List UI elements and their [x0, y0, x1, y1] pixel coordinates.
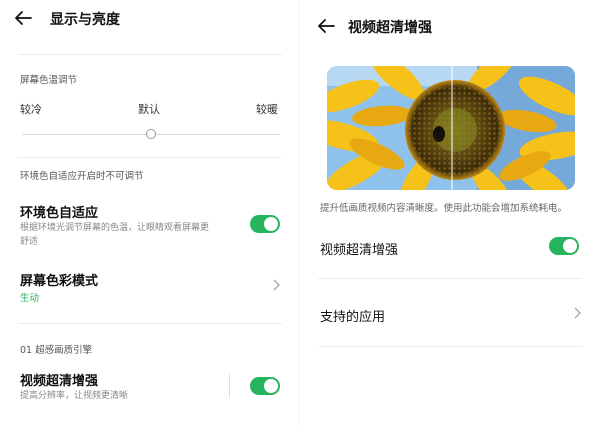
right-top-bar: 视频超清增强 [300, 0, 600, 36]
video-enhance-title: 视频超清增强 [20, 374, 99, 389]
chevron-right-icon[interactable] [572, 307, 582, 319]
sunflower-comparison-image [327, 66, 575, 190]
adaptive-color-desc-line2: 舒适 [20, 237, 39, 247]
divider [18, 157, 282, 158]
color-temp-warm-label: 较暖 [256, 103, 278, 116]
toggle-knob [264, 217, 278, 231]
color-mode-value: 生动 [20, 293, 40, 304]
video-enhance-note: 提升低画质视频内容清晰度。使用此功能会增加系统耗电。 [320, 203, 568, 214]
toggle-knob [563, 239, 577, 253]
color-temp-section-title: 屏幕色温调节 [20, 75, 78, 86]
adaptive-color-title: 环境色自适应 [20, 206, 99, 221]
color-temp-disabled-note: 环境色自适应开启时不可调节 [20, 171, 144, 182]
display-brightness-screen: 显示与亮度 屏幕色温调节 较冷 默认 较暖 环境色自适应开启时不可调节 环境色自… [0, 0, 300, 425]
page-title: 显示与亮度 [50, 12, 120, 28]
video-enhance-screen: 视频超清增强 提升低画质视频内容清晰度。使用此功能会增加系统耗电。 视频超清增强… [300, 0, 600, 425]
back-arrow-icon[interactable] [14, 10, 32, 26]
video-enhance-toggle[interactable] [250, 377, 280, 395]
back-arrow-icon[interactable] [317, 18, 335, 34]
color-temp-slider-thumb[interactable] [146, 129, 156, 139]
divider [229, 374, 230, 398]
divider [18, 323, 282, 324]
toggle-knob [264, 379, 278, 393]
video-enhance-desc: 提高分辨率，让视频更清晰 [20, 391, 129, 401]
supported-apps-title[interactable]: 支持的应用 [320, 306, 385, 325]
adaptive-color-toggle[interactable] [250, 215, 280, 233]
divider [18, 54, 282, 55]
engine-section-title: 01 超感画质引擎 [20, 345, 93, 356]
color-temp-default-label: 默认 [138, 103, 160, 116]
left-top-bar: 显示与亮度 [0, 0, 300, 36]
color-mode-title[interactable]: 屏幕色彩模式 [20, 270, 98, 289]
divider [318, 278, 582, 279]
video-enhance-toggle-title: 视频超清增强 [320, 243, 399, 258]
color-temp-cold-label: 较冷 [20, 103, 42, 116]
divider [318, 346, 582, 347]
page-title: 视频超清增强 [348, 20, 432, 36]
video-enhance-toggle[interactable] [549, 237, 579, 255]
chevron-right-icon[interactable] [271, 279, 281, 291]
adaptive-color-desc-line1: 根据环境光调节屏幕的色温，让眼睛观看屏幕更 [20, 223, 210, 233]
adaptive-color-desc: 根据环境光调节屏幕的色温，让眼睛观看屏幕更 舒适 [20, 221, 245, 249]
